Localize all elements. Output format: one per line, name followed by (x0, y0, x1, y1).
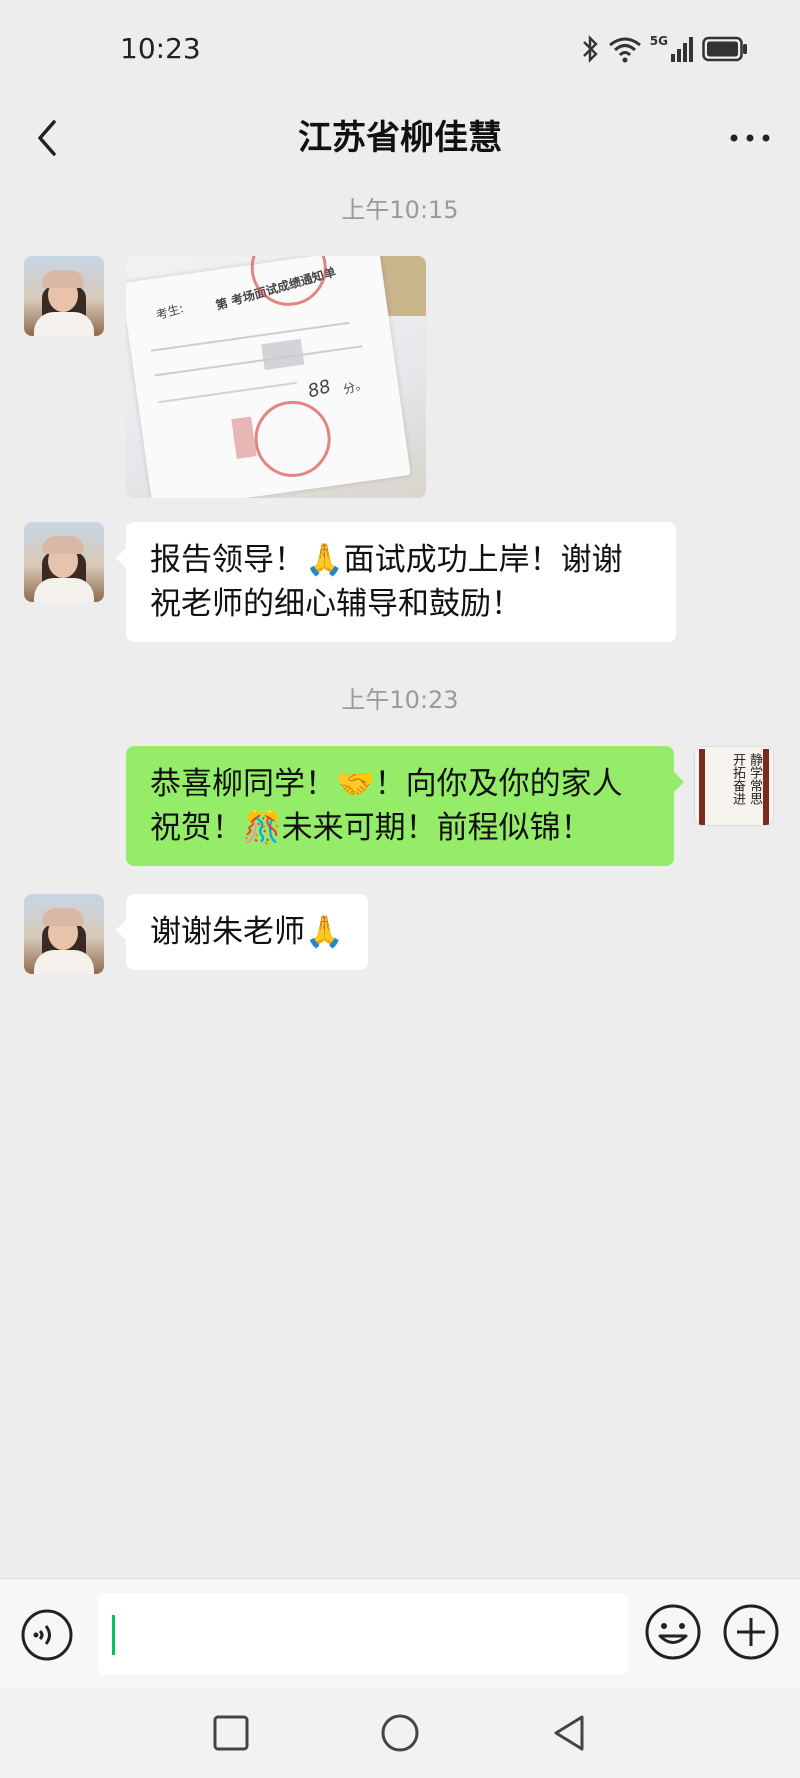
home-icon[interactable] (379, 1712, 421, 1754)
image-message[interactable]: 考生: 第 考场面试成绩通知单 88 分。 (126, 256, 426, 498)
recent-apps-icon[interactable] (210, 1712, 252, 1754)
contact-avatar[interactable] (24, 256, 104, 336)
input-bar (0, 1578, 800, 1689)
status-bar: 10:23 5G (0, 0, 800, 100)
more-dots-icon (730, 134, 770, 142)
network-type: 5G (649, 34, 668, 48)
image-doc-candidate: 考生: (154, 301, 186, 323)
chat-title: 江苏省柳佳慧 (298, 118, 502, 158)
message-bubble[interactable]: 报告领导！🙏面试成功上岸！谢谢祝老师的细心辅导和鼓励！ (116, 522, 676, 642)
back-nav-icon[interactable] (548, 1712, 590, 1754)
message-timestamp: 上午10:23 (341, 686, 459, 714)
contact-avatar[interactable] (24, 894, 104, 974)
message-input[interactable] (98, 1593, 628, 1675)
smiley-icon (645, 1604, 701, 1660)
message-bubble[interactable]: 谢谢朱老师🙏 (116, 894, 368, 970)
wifi-icon (608, 37, 641, 63)
avatar-calligraphy: 静学常思 开拓奋进 (730, 753, 762, 805)
status-time: 10:23 (120, 32, 201, 65)
image-doc-unit: 分。 (341, 376, 369, 397)
plus-icon (723, 1604, 779, 1660)
more-options-button[interactable] (722, 110, 778, 166)
emoji-button[interactable] (644, 1603, 702, 1661)
voice-input-button[interactable] (20, 1608, 74, 1662)
my-avatar[interactable]: 静学常思 开拓奋进 (694, 746, 774, 826)
bluetooth-icon (582, 35, 598, 63)
signal-icon (671, 37, 693, 62)
system-nav-bar (0, 1688, 800, 1778)
message-timestamp: 上午10:15 (341, 196, 459, 224)
contact-avatar[interactable] (24, 522, 104, 602)
status-icons: 5G (580, 34, 748, 64)
text-cursor (112, 1615, 115, 1655)
more-functions-button[interactable] (722, 1603, 780, 1661)
chat-header: 江苏省柳佳慧 (0, 100, 800, 180)
battery-icon (702, 36, 747, 62)
image-doc-score: 88 (305, 375, 334, 403)
my-message-bubble[interactable]: 恭喜柳同学！🤝！向你及你的家人祝贺！🎊未来可期！前程似锦！ (126, 746, 684, 866)
voice-icon (21, 1609, 73, 1661)
